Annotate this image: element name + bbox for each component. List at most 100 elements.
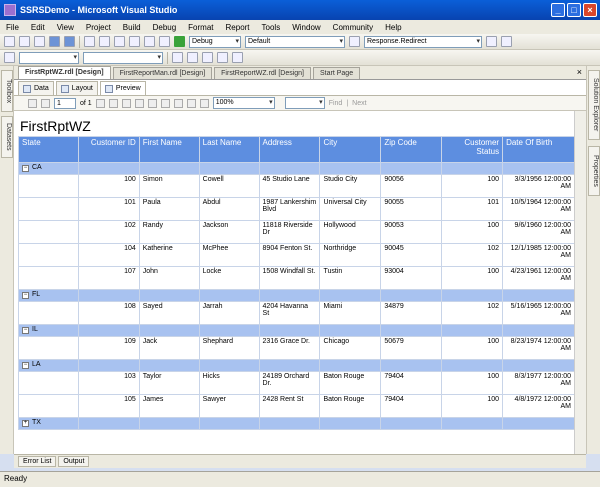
find-link[interactable]: Find	[329, 100, 343, 107]
copy-icon[interactable]	[99, 36, 110, 47]
export-icon[interactable]	[199, 98, 209, 108]
table-cell: Simon	[138, 174, 200, 198]
navigate-icon[interactable]	[159, 36, 170, 47]
tab-preview[interactable]: Preview	[99, 81, 146, 95]
platform-select[interactable]: Default	[245, 35, 345, 48]
close-document-icon[interactable]: ×	[577, 67, 582, 77]
font-select[interactable]	[19, 51, 79, 64]
expand-toggle-icon[interactable]: +	[22, 420, 29, 427]
back-icon[interactable]	[121, 98, 131, 108]
vertical-scrollbar[interactable]	[574, 111, 586, 454]
output-tab[interactable]: Output	[58, 456, 90, 467]
table-cell: 2428 Rent St	[258, 394, 321, 418]
menu-view[interactable]: View	[57, 23, 74, 32]
datasets-tab[interactable]: Datasets	[1, 116, 13, 158]
toolbox-icon[interactable]	[501, 36, 512, 47]
save-all-icon[interactable]	[64, 36, 75, 47]
menu-edit[interactable]: Edit	[31, 23, 45, 32]
toolbox-tab[interactable]: Toolbox	[1, 70, 13, 112]
align-icon[interactable]	[217, 52, 228, 63]
table-cell: 105	[77, 394, 140, 418]
solution-explorer-tab[interactable]: Solution Explorer	[588, 70, 600, 140]
undo-icon[interactable]	[129, 36, 140, 47]
group-state: IL	[32, 326, 38, 333]
properties-tab[interactable]: Properties	[588, 146, 600, 196]
print-icon[interactable]	[160, 98, 170, 108]
table-cell: Paula	[138, 197, 200, 221]
collapse-toggle-icon[interactable]: −	[22, 292, 29, 299]
table-cell: Locke	[198, 266, 260, 290]
properties-icon[interactable]	[486, 36, 497, 47]
next-page-icon[interactable]	[95, 98, 105, 108]
align-icon[interactable]	[172, 52, 183, 63]
table-cell: 100	[441, 266, 504, 290]
tab-layout[interactable]: Layout	[55, 81, 98, 95]
toolbar-separator	[167, 51, 168, 64]
group-empty-cell	[441, 324, 504, 337]
menu-tools[interactable]: Tools	[262, 23, 281, 32]
redo-icon[interactable]	[144, 36, 155, 47]
align-icon[interactable]	[187, 52, 198, 63]
group-empty-cell	[502, 417, 575, 430]
first-page-icon[interactable]	[28, 98, 37, 108]
menu-community[interactable]: Community	[333, 23, 373, 32]
add-item-icon[interactable]	[19, 36, 30, 47]
state-empty-cell	[18, 336, 79, 360]
group-empty-cell	[138, 324, 200, 337]
error-list-tab[interactable]: Error List	[18, 456, 57, 467]
cut-icon[interactable]	[84, 36, 95, 47]
close-button[interactable]: ×	[583, 3, 597, 17]
print-layout-icon[interactable]	[173, 98, 183, 108]
doc-tab-start-page[interactable]: Start Page	[313, 67, 361, 79]
menu-build[interactable]: Build	[123, 23, 141, 32]
menu-debug[interactable]: Debug	[153, 23, 177, 32]
menu-project[interactable]: Project	[86, 23, 111, 32]
menu-file[interactable]: File	[6, 23, 19, 32]
menu-help[interactable]: Help	[385, 23, 401, 32]
table-cell: 102	[441, 243, 504, 267]
page-setup-icon[interactable]	[186, 98, 196, 108]
menu-window[interactable]: Window	[292, 23, 320, 32]
table-row: 105 James Sawyer 2428 Rent St Baton Rouge 794…	[18, 394, 575, 418]
prev-page-icon[interactable]	[41, 98, 50, 108]
new-project-icon[interactable]	[4, 36, 15, 47]
style-select[interactable]	[83, 51, 163, 64]
table-cell: 90056	[380, 174, 443, 198]
align-icon[interactable]	[232, 52, 243, 63]
refresh-icon[interactable]	[147, 98, 157, 108]
table-cell: 4/8/1972 12:00:00 AM	[502, 394, 575, 418]
layout-icon[interactable]	[4, 52, 15, 63]
menu-report[interactable]: Report	[226, 23, 250, 32]
stop-icon[interactable]	[134, 98, 144, 108]
next-link[interactable]: Next	[352, 100, 366, 107]
config-select[interactable]: Debug	[189, 35, 241, 48]
open-icon[interactable]	[34, 36, 45, 47]
start-debug-icon[interactable]	[174, 36, 185, 47]
save-icon[interactable]	[49, 36, 60, 47]
collapse-toggle-icon[interactable]: −	[22, 362, 29, 369]
tab-layout-label: Layout	[71, 85, 93, 92]
collapse-toggle-icon[interactable]: −	[22, 327, 29, 334]
last-page-icon[interactable]	[108, 98, 118, 108]
group-empty-cell	[502, 289, 575, 302]
paste-icon[interactable]	[114, 36, 125, 47]
zoom-select[interactable]: 100%	[212, 97, 275, 109]
table-cell: 8/23/1974 12:00:00 AM	[502, 336, 575, 360]
page-number-input[interactable]: 1	[54, 97, 76, 109]
find-icon[interactable]	[349, 36, 360, 47]
tab-data[interactable]: Data	[18, 81, 54, 95]
doc-tab-firstreportman[interactable]: FirstReportMan.rdl [Design]	[112, 67, 213, 79]
preview-icon	[104, 84, 113, 93]
align-icon[interactable]	[202, 52, 213, 63]
table-cell: Tustin	[319, 266, 382, 290]
menu-format[interactable]: Format	[188, 23, 213, 32]
doc-tab-firstrptwz[interactable]: FirstRptWZ.rdl [Design]	[18, 66, 111, 79]
maximize-button[interactable]: □	[567, 3, 581, 17]
status-bar: Ready	[0, 471, 600, 487]
find-text-input[interactable]	[284, 97, 325, 109]
standard-toolbar: Debug Default Response.Redirect	[0, 34, 600, 50]
doc-tab-firstreportwz[interactable]: FirstReportWZ.rdl [Design]	[214, 67, 312, 79]
find-combo[interactable]: Response.Redirect	[364, 35, 482, 48]
collapse-toggle-icon[interactable]: −	[22, 165, 29, 172]
minimize-button[interactable]: _	[551, 3, 565, 17]
